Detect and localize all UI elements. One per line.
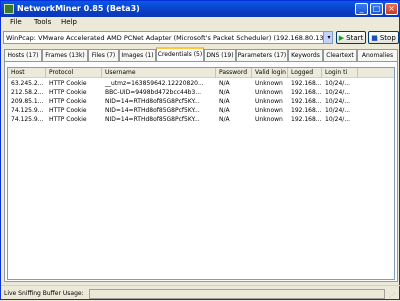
buffer-usage-progress (89, 289, 385, 299)
tab-panel-credentials: Host Protocol Username Password Valid lo… (4, 61, 398, 282)
cell-login-time: 10/24/... (325, 107, 351, 114)
stop-label: Stop (379, 34, 396, 42)
cell-login-time: 10/24/... (325, 89, 351, 96)
tab-dns[interactable]: DNS (19) (204, 49, 236, 61)
cell-logged: 192.168.... (291, 80, 322, 87)
col-login-time[interactable]: Login ti (322, 68, 358, 78)
chevron-down-icon[interactable]: ▾ (323, 32, 332, 43)
cell-protocol: HTTP Cookie (49, 98, 87, 105)
cell-protocol: HTTP Cookie (49, 116, 87, 123)
maximize-button[interactable]: □ (370, 3, 383, 15)
table-row[interactable]: 209.85.1... HTTP Cookie NID=14=RTHd8of85G8… (8, 97, 394, 106)
tab-parameters[interactable]: Parameters (17) (236, 49, 288, 61)
cell-protocol: HTTP Cookie (49, 107, 87, 114)
cell-host: 209.85.1... (11, 98, 44, 105)
cell-password: N/A (219, 107, 230, 114)
cell-password: N/A (219, 89, 230, 96)
window-title: NetworkMiner 0.85 (Beta3) (17, 4, 140, 13)
play-icon: ▶ (338, 34, 345, 42)
close-button[interactable]: × (385, 3, 398, 15)
start-label: Start (346, 34, 364, 42)
tab-images[interactable]: Images (1) (119, 49, 156, 61)
cell-password: N/A (219, 80, 230, 87)
credentials-table[interactable]: Host Protocol Username Password Valid lo… (7, 67, 395, 280)
col-logged[interactable]: Logged (288, 68, 322, 78)
table-row[interactable]: 74.125.9... HTTP Cookie NID=14=RTHd8of85G8… (8, 106, 394, 115)
cell-valid-login: Unknown (255, 107, 283, 114)
adapter-select[interactable]: WinPcap: VMware Accelerated AMD PCNet Ad… (3, 31, 333, 44)
cell-protocol: HTTP Cookie (49, 80, 87, 87)
buffer-usage-label: Live Sniffing Buffer Usage: (4, 290, 84, 297)
tab-credentials[interactable]: Credentials (5) (156, 47, 204, 61)
adapter-value: WinPcap: VMware Accelerated AMD PCNet Ad… (6, 34, 333, 42)
cell-username: NID=14=RTHd8of85G8Pcf5KY... (105, 116, 200, 123)
cell-logged: 192.168.... (291, 107, 322, 114)
app-icon (4, 4, 14, 14)
toolbar: WinPcap: VMware Accelerated AMD PCNet Ad… (3, 31, 399, 45)
cell-valid-login: Unknown (255, 98, 283, 105)
cell-valid-login: Unknown (255, 80, 283, 87)
resize-grip-icon[interactable]: ⋰ (389, 292, 399, 300)
cell-login-time: 10/24/... (325, 116, 351, 123)
menu-bar: File Tools Help (1, 17, 400, 29)
cell-logged: 192.168.... (291, 116, 322, 123)
col-password[interactable]: Password (216, 68, 252, 78)
col-host[interactable]: Host (8, 68, 46, 78)
stop-icon: ■ (371, 34, 378, 42)
table-row[interactable]: 212.58.2... HTTP Cookie BBC-UID=9498bd472b… (8, 88, 394, 97)
cell-valid-login: Unknown (255, 89, 283, 96)
menu-help[interactable]: Help (61, 18, 77, 26)
col-username[interactable]: Username (102, 68, 216, 78)
cell-valid-login: Unknown (255, 116, 283, 123)
tab-hosts[interactable]: Hosts (17) (4, 49, 42, 61)
stop-button[interactable]: ■ Stop (368, 31, 399, 44)
cell-host: 74.125.9... (11, 116, 44, 123)
status-bar: Live Sniffing Buffer Usage: ⋰ (1, 285, 400, 301)
col-protocol[interactable]: Protocol (46, 68, 102, 78)
cell-username: NID=14=RTHd8of85G8Pcf5KY... (105, 107, 200, 114)
cell-host: 63.245.2... (11, 80, 44, 87)
start-button[interactable]: ▶ Start (336, 31, 366, 44)
tab-cleartext[interactable]: Cleartext (323, 49, 357, 61)
cell-username: __utmz=163859642.12220820... (105, 80, 204, 87)
cell-host: 74.125.9... (11, 107, 44, 114)
title-bar[interactable]: NetworkMiner 0.85 (Beta3) _ □ × (1, 1, 400, 17)
cell-protocol: HTTP Cookie (49, 89, 87, 96)
table-row[interactable]: 74.125.9... HTTP Cookie NID=14=RTHd8of85G8… (8, 115, 394, 124)
cell-password: N/A (219, 116, 230, 123)
tab-files[interactable]: Files (7) (88, 49, 119, 61)
cell-login-time: 10/24/... (325, 80, 351, 87)
cell-login-time: 10/24/... (325, 98, 351, 105)
table-row[interactable]: 63.245.2... HTTP Cookie __utmz=163859642.1… (8, 79, 394, 88)
minimize-button[interactable]: _ (355, 3, 368, 15)
cell-username: BBC-UID=9498bd472bcc44b3... (105, 89, 202, 96)
cell-password: N/A (219, 98, 230, 105)
col-valid-login[interactable]: Valid login (252, 68, 288, 78)
cell-logged: 192.168.... (291, 89, 322, 96)
cell-logged: 192.168.... (291, 98, 322, 105)
app-window: NetworkMiner 0.85 (Beta3) _ □ × File Too… (0, 0, 400, 300)
menu-tools[interactable]: Tools (34, 18, 51, 26)
menu-file[interactable]: File (10, 18, 22, 26)
tab-anomalies[interactable]: Anomalies (357, 49, 398, 61)
cell-host: 212.58.2... (11, 89, 44, 96)
tab-keywords[interactable]: Keywords (288, 49, 323, 61)
tab-strip: Hosts (17) Frames (13k) Files (7) Images… (4, 47, 398, 61)
cell-username: NID=14=RTHd8of85G8Pcf5KY... (105, 98, 200, 105)
table-header: Host Protocol Username Password Valid lo… (8, 68, 394, 78)
tab-frames[interactable]: Frames (13k) (42, 49, 88, 61)
